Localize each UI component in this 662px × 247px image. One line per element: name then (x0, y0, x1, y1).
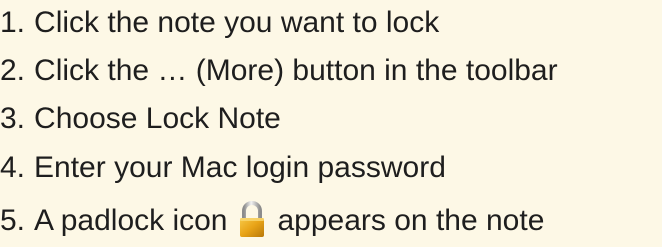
step-text-after-icon: appears on the note (277, 204, 545, 237)
step-text: Click the note you want to lock (34, 6, 440, 39)
step-text-before-icon: A padlock icon (34, 204, 228, 237)
step-2: 2. Click the … (More) button in the tool… (0, 51, 558, 91)
step-text: Click the … (More) button in the toolbar (34, 54, 558, 87)
step-number: 1. (0, 6, 26, 39)
step-1: 1. Click the note you want to lock (0, 3, 439, 43)
step-number: 3. (0, 102, 26, 135)
step-number: 5. (0, 204, 26, 237)
step-text: Choose Lock Note (34, 102, 281, 135)
step-text: Enter your Mac login password (34, 151, 446, 184)
step-number: 4. (0, 151, 26, 184)
padlock-icon (238, 200, 266, 238)
step-number: 2. (0, 54, 26, 87)
step-3: 3. Choose Lock Note (0, 99, 281, 139)
step-5: 5. A padlock icon appears on the note (0, 201, 544, 241)
step-4: 4. Enter your Mac login password (0, 148, 446, 188)
